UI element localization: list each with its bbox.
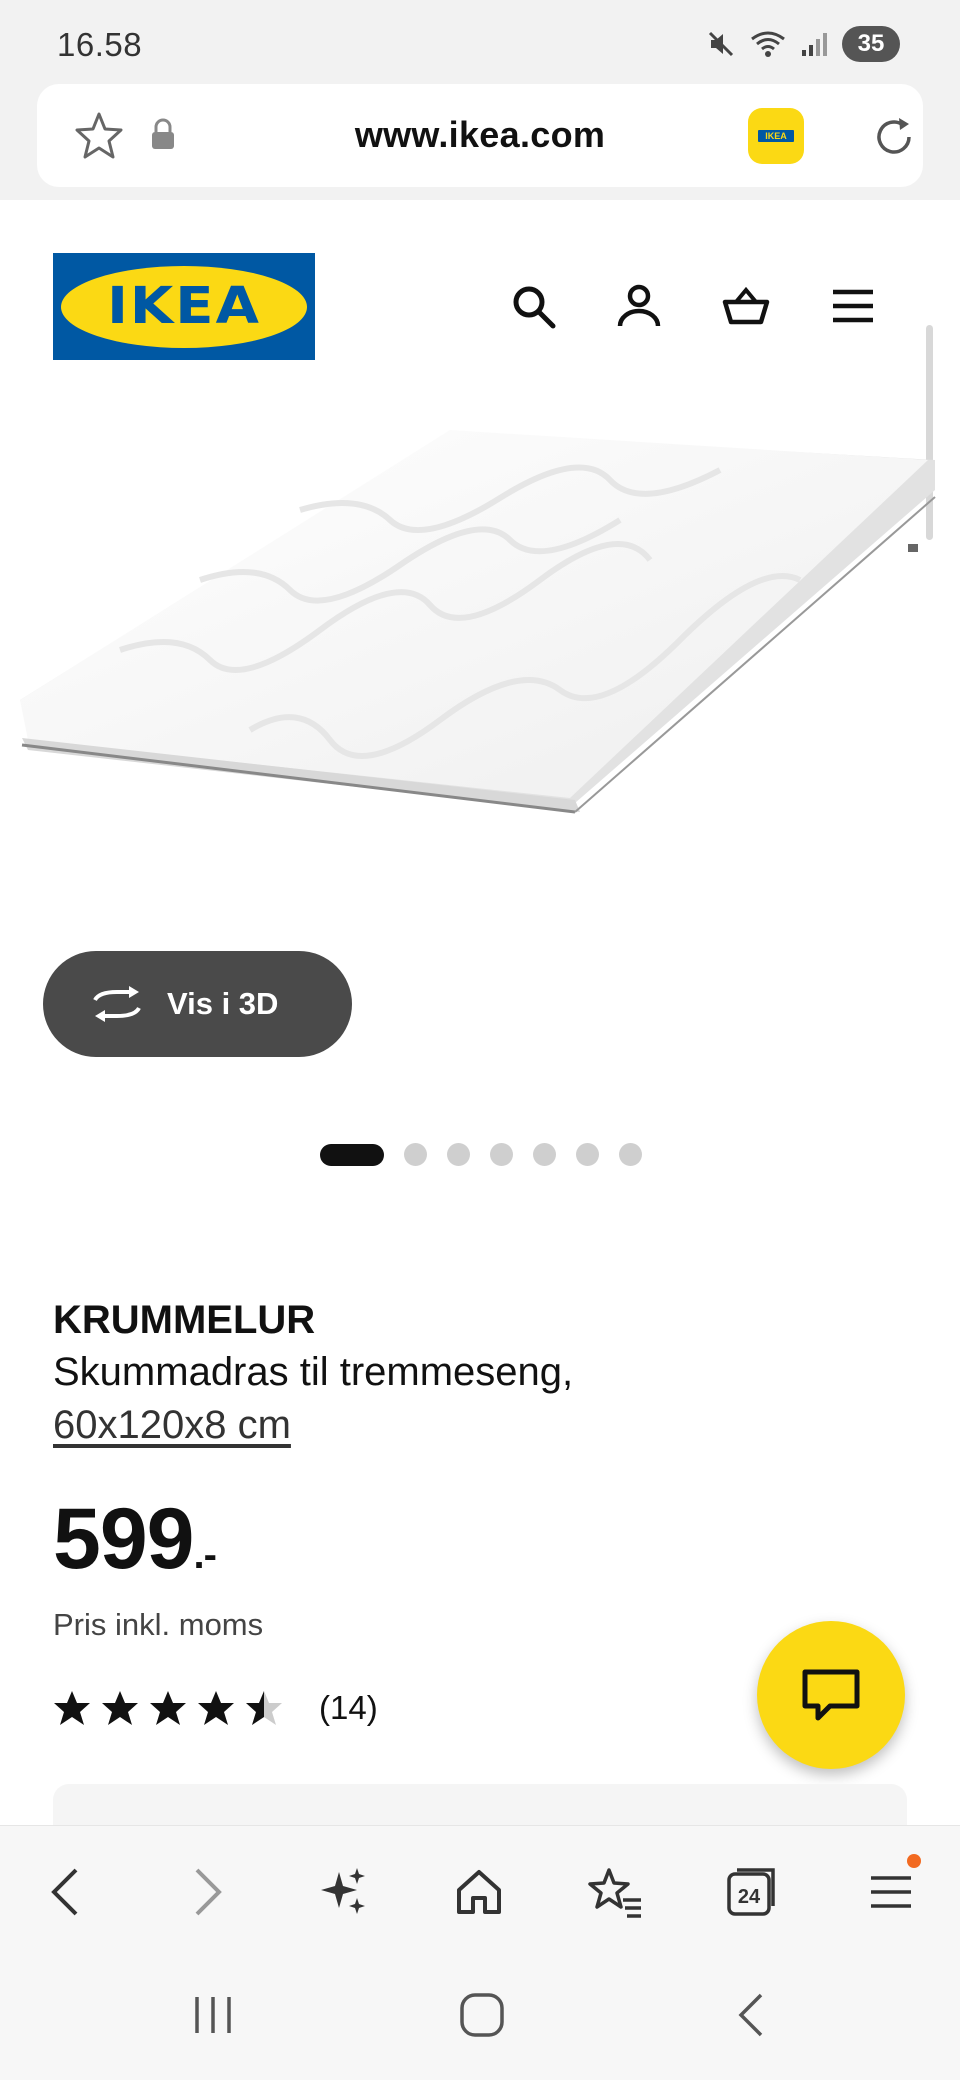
forward-button[interactable] xyxy=(177,1862,237,1922)
review-count[interactable]: (14) xyxy=(319,1689,378,1727)
back-button[interactable] xyxy=(36,1862,96,1922)
site-app-icon[interactable]: IKEA xyxy=(748,108,804,164)
price-vat-note: Pris inkl. moms xyxy=(53,1607,264,1642)
bookmarks-button[interactable] xyxy=(585,1862,645,1922)
recents-button[interactable] xyxy=(178,1985,248,2045)
product-description: Skummadras til tremmeseng, xyxy=(53,1350,574,1394)
ikea-logo[interactable]: IKEA xyxy=(53,253,315,360)
address-bar[interactable]: www.ikea.com IKEA xyxy=(37,84,923,187)
home-button[interactable] xyxy=(449,1862,509,1922)
tabs-icon: 24 xyxy=(727,1868,775,1916)
browser-menu-button[interactable] xyxy=(861,1854,921,1922)
back-icon xyxy=(51,1868,78,1916)
tabs-button[interactable]: 24 xyxy=(721,1862,781,1922)
gallery-dot[interactable] xyxy=(490,1143,513,1166)
menu-icon[interactable] xyxy=(829,282,877,330)
system-navigation-bar xyxy=(0,1955,960,2080)
menu-icon xyxy=(871,1876,911,1908)
forward-icon xyxy=(195,1868,222,1916)
view-in-3d-button[interactable]: Vis i 3D xyxy=(43,951,352,1057)
gallery-dot[interactable] xyxy=(447,1143,470,1166)
signal-icon xyxy=(802,33,827,56)
gallery-dot[interactable] xyxy=(404,1143,427,1166)
system-back-button[interactable] xyxy=(716,1985,786,2045)
product-price: 599.- xyxy=(53,1490,217,1589)
chat-icon xyxy=(802,1669,860,1721)
basket-icon[interactable] xyxy=(722,282,770,330)
account-icon[interactable] xyxy=(615,282,663,330)
gallery-dot[interactable] xyxy=(533,1143,556,1166)
status-icons: 35 xyxy=(706,24,900,64)
star-full-icon xyxy=(54,1691,90,1725)
star-half-icon xyxy=(246,1691,282,1725)
ai-sparkle-icon xyxy=(321,1868,365,1914)
browser-bottom-bar: 24 xyxy=(0,1825,960,1955)
mute-icon xyxy=(708,31,734,57)
price-value: 599 xyxy=(53,1491,194,1587)
logo-oval: IKEA xyxy=(61,265,307,348)
price-suffix: .- xyxy=(193,1533,217,1577)
ai-button[interactable] xyxy=(313,1862,373,1922)
gallery-dot[interactable] xyxy=(619,1143,642,1166)
product-name: KRUMMELUR xyxy=(53,1298,316,1342)
back-icon xyxy=(738,1993,763,2037)
home-icon xyxy=(457,1870,501,1914)
star-full-icon xyxy=(102,1691,138,1725)
status-bar: 16.58 35 xyxy=(0,0,960,84)
bookmarks-icon xyxy=(588,1868,641,1918)
gallery-dot[interactable] xyxy=(576,1143,599,1166)
status-time: 16.58 xyxy=(57,26,143,63)
browser-toolbar: www.ikea.com IKEA xyxy=(0,84,960,200)
star-full-icon xyxy=(150,1691,186,1725)
reload-icon[interactable] xyxy=(869,112,919,162)
star-full-icon xyxy=(198,1691,234,1725)
product-size-link[interactable]: 60x120x8 cm xyxy=(53,1403,291,1448)
rotate-3d-icon xyxy=(93,986,141,1022)
battery-indicator: 35 xyxy=(842,26,900,62)
chat-button[interactable] xyxy=(757,1621,905,1769)
recents-icon xyxy=(195,1997,231,2033)
gallery-pagination[interactable] xyxy=(320,1143,642,1166)
logo-text: IKEA xyxy=(107,277,261,336)
view-in-3d-label: Vis i 3D xyxy=(167,986,279,1021)
product-image-mattress[interactable] xyxy=(0,400,960,850)
gallery-dot-active[interactable] xyxy=(320,1143,384,1166)
wifi-icon xyxy=(751,31,785,57)
product-rating[interactable]: (14) xyxy=(53,1689,378,1727)
notification-dot xyxy=(907,1854,921,1868)
ikea-mini-logo: IKEA xyxy=(756,128,796,144)
system-home-button[interactable] xyxy=(447,1985,517,2045)
home-icon xyxy=(460,1993,504,2037)
tab-count: 24 xyxy=(738,1886,761,1908)
search-icon[interactable] xyxy=(509,282,557,330)
